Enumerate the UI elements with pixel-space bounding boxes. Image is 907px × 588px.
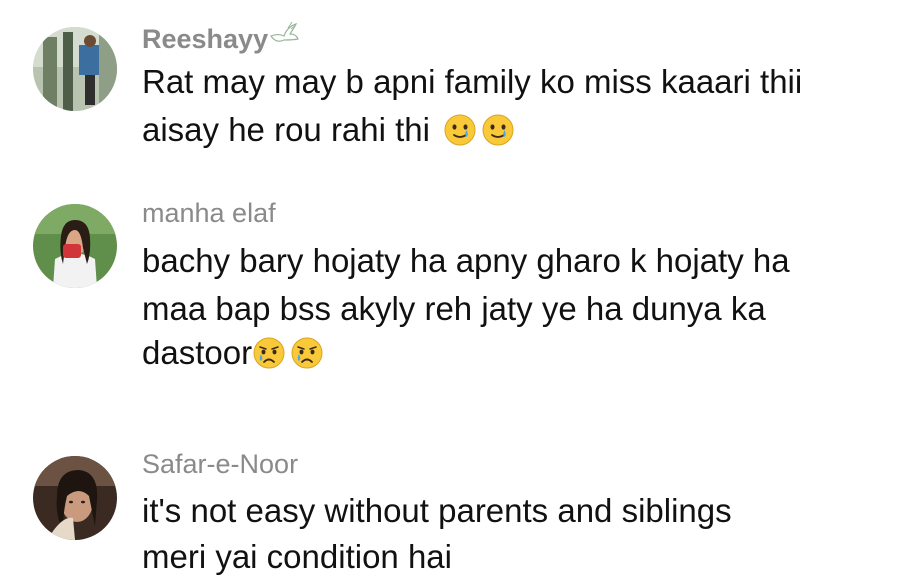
comment-text: it's not easy without parents and siblin…	[142, 492, 732, 529]
username-text: Safar-e-Noor	[142, 449, 299, 479]
comment-text-line: meri yai condition hai	[142, 535, 452, 579]
comment-text-line: it's not easy without parents and siblin…	[142, 489, 732, 533]
avatar[interactable]	[33, 456, 117, 540]
comment-item: Safar-e-Noor it's not easy without paren…	[0, 0, 907, 588]
comment-username[interactable]: Safar-e-Noor	[142, 448, 298, 480]
comment-text: meri yai condition hai	[142, 538, 452, 575]
